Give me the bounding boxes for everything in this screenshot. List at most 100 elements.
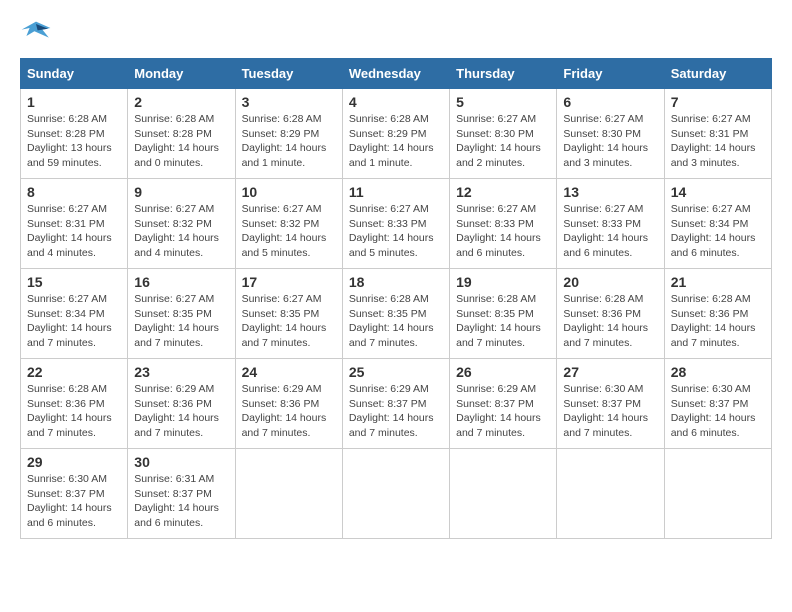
col-header-saturday: Saturday [664,59,771,89]
day-number: 29 [27,454,121,470]
col-header-tuesday: Tuesday [235,59,342,89]
col-header-monday: Monday [128,59,235,89]
day-number: 7 [671,94,765,110]
calendar-cell [664,449,771,539]
calendar-cell: 26Sunrise: 6:29 AMSunset: 8:37 PMDayligh… [450,359,557,449]
day-info: Sunrise: 6:28 AMSunset: 8:29 PMDaylight:… [349,112,443,171]
day-info: Sunrise: 6:27 AMSunset: 8:30 PMDaylight:… [563,112,657,171]
day-number: 25 [349,364,443,380]
calendar-cell: 30Sunrise: 6:31 AMSunset: 8:37 PMDayligh… [128,449,235,539]
day-number: 14 [671,184,765,200]
day-number: 6 [563,94,657,110]
logo-icon [20,20,52,48]
calendar-cell: 11 Sunrise: 6:27 AMSunset: 8:33 PMDayligh… [342,179,449,269]
day-info: Sunrise: 6:29 AMSunset: 8:36 PMDaylight:… [242,382,336,441]
calendar-table: SundayMondayTuesdayWednesdayThursdayFrid… [20,58,772,539]
day-info: Sunrise: 6:28 AMSunset: 8:35 PMDaylight:… [456,292,550,351]
day-number: 20 [563,274,657,290]
day-info: Sunrise: 6:27 AMSunset: 8:32 PMDaylight:… [134,202,228,261]
calendar-cell: 23Sunrise: 6:29 AMSunset: 8:36 PMDayligh… [128,359,235,449]
calendar-cell: 20 Sunrise: 6:28 AMSunset: 8:36 PMDayligh… [557,269,664,359]
day-number: 19 [456,274,550,290]
day-info: Sunrise: 6:29 AMSunset: 8:37 PMDaylight:… [349,382,443,441]
calendar-cell: 8 Sunrise: 6:27 AMSunset: 8:31 PMDaylight… [21,179,128,269]
day-number: 28 [671,364,765,380]
day-info: Sunrise: 6:27 AMSunset: 8:33 PMDaylight:… [456,202,550,261]
day-number: 11 [349,184,443,200]
week-row-3: 15 Sunrise: 6:27 AMSunset: 8:34 PMDayligh… [21,269,772,359]
week-row-5: 29 Sunrise: 6:30 AMSunset: 8:37 PMDayligh… [21,449,772,539]
day-number: 3 [242,94,336,110]
calendar-cell: 28 Sunrise: 6:30 AMSunset: 8:37 PMDayligh… [664,359,771,449]
day-number: 23 [134,364,228,380]
day-info: Sunrise: 6:27 AMSunset: 8:31 PMDaylight:… [671,112,765,171]
day-info: Sunrise: 6:30 AMSunset: 8:37 PMDaylight:… [671,382,765,441]
day-number: 21 [671,274,765,290]
day-info: Sunrise: 6:30 AMSunset: 8:37 PMDaylight:… [27,472,121,531]
day-info: Sunrise: 6:28 AMSunset: 8:29 PMDaylight:… [242,112,336,171]
day-info: Sunrise: 6:31 AMSunset: 8:37 PMDaylight:… [134,472,228,531]
day-number: 8 [27,184,121,200]
day-number: 24 [242,364,336,380]
calendar-cell: 24 Sunrise: 6:29 AMSunset: 8:36 PMDayligh… [235,359,342,449]
day-info: Sunrise: 6:28 AMSunset: 8:35 PMDaylight:… [349,292,443,351]
day-info: Sunrise: 6:27 AMSunset: 8:31 PMDaylight:… [27,202,121,261]
week-row-1: 1 Sunrise: 6:28 AMSunset: 8:28 PMDaylight… [21,89,772,179]
calendar-cell: 17 Sunrise: 6:27 AMSunset: 8:35 PMDayligh… [235,269,342,359]
day-info: Sunrise: 6:28 AMSunset: 8:36 PMDaylight:… [563,292,657,351]
day-number: 13 [563,184,657,200]
day-number: 10 [242,184,336,200]
calendar-cell: 9Sunrise: 6:27 AMSunset: 8:32 PMDaylight… [128,179,235,269]
calendar-cell: 3 Sunrise: 6:28 AMSunset: 8:29 PMDaylight… [235,89,342,179]
logo [20,20,58,48]
calendar-cell [342,449,449,539]
week-row-2: 8 Sunrise: 6:27 AMSunset: 8:31 PMDaylight… [21,179,772,269]
calendar-cell: 2 Sunrise: 6:28 AMSunset: 8:28 PMDaylight… [128,89,235,179]
week-row-4: 22 Sunrise: 6:28 AMSunset: 8:36 PMDayligh… [21,359,772,449]
day-number: 4 [349,94,443,110]
calendar-cell: 5 Sunrise: 6:27 AMSunset: 8:30 PMDaylight… [450,89,557,179]
calendar-cell: 21Sunrise: 6:28 AMSunset: 8:36 PMDayligh… [664,269,771,359]
calendar-cell: 18 Sunrise: 6:28 AMSunset: 8:35 PMDayligh… [342,269,449,359]
day-info: Sunrise: 6:27 AMSunset: 8:33 PMDaylight:… [563,202,657,261]
day-number: 2 [134,94,228,110]
col-header-sunday: Sunday [21,59,128,89]
calendar-cell [450,449,557,539]
calendar-cell: 4 Sunrise: 6:28 AMSunset: 8:29 PMDaylight… [342,89,449,179]
day-info: Sunrise: 6:27 AMSunset: 8:30 PMDaylight:… [456,112,550,171]
day-info: Sunrise: 6:27 AMSunset: 8:34 PMDaylight:… [671,202,765,261]
calendar-cell: 7 Sunrise: 6:27 AMSunset: 8:31 PMDaylight… [664,89,771,179]
calendar-cell: 13 Sunrise: 6:27 AMSunset: 8:33 PMDayligh… [557,179,664,269]
day-number: 16 [134,274,228,290]
day-number: 27 [563,364,657,380]
day-info: Sunrise: 6:28 AMSunset: 8:36 PMDaylight:… [27,382,121,441]
day-info: Sunrise: 6:28 AMSunset: 8:28 PMDaylight:… [134,112,228,171]
day-info: Sunrise: 6:27 AMSunset: 8:32 PMDaylight:… [242,202,336,261]
day-number: 18 [349,274,443,290]
calendar-header-row: SundayMondayTuesdayWednesdayThursdayFrid… [21,59,772,89]
day-info: Sunrise: 6:28 AMSunset: 8:28 PMDaylight:… [27,112,121,171]
day-number: 1 [27,94,121,110]
calendar-cell: 25 Sunrise: 6:29 AMSunset: 8:37 PMDayligh… [342,359,449,449]
day-number: 17 [242,274,336,290]
day-info: Sunrise: 6:27 AMSunset: 8:34 PMDaylight:… [27,292,121,351]
calendar-cell [557,449,664,539]
calendar-cell: 12Sunrise: 6:27 AMSunset: 8:33 PMDayligh… [450,179,557,269]
calendar-cell: 27Sunrise: 6:30 AMSunset: 8:37 PMDayligh… [557,359,664,449]
calendar-cell: 15 Sunrise: 6:27 AMSunset: 8:34 PMDayligh… [21,269,128,359]
day-number: 15 [27,274,121,290]
col-header-thursday: Thursday [450,59,557,89]
col-header-wednesday: Wednesday [342,59,449,89]
page-header [20,20,772,48]
col-header-friday: Friday [557,59,664,89]
calendar-cell [235,449,342,539]
calendar-cell: 16 Sunrise: 6:27 AMSunset: 8:35 PMDayligh… [128,269,235,359]
day-number: 22 [27,364,121,380]
calendar-cell: 1 Sunrise: 6:28 AMSunset: 8:28 PMDaylight… [21,89,128,179]
day-info: Sunrise: 6:27 AMSunset: 8:35 PMDaylight:… [242,292,336,351]
day-info: Sunrise: 6:27 AMSunset: 8:33 PMDaylight:… [349,202,443,261]
calendar-cell: 14 Sunrise: 6:27 AMSunset: 8:34 PMDayligh… [664,179,771,269]
calendar-cell: 19 Sunrise: 6:28 AMSunset: 8:35 PMDayligh… [450,269,557,359]
day-info: Sunrise: 6:27 AMSunset: 8:35 PMDaylight:… [134,292,228,351]
day-number: 5 [456,94,550,110]
